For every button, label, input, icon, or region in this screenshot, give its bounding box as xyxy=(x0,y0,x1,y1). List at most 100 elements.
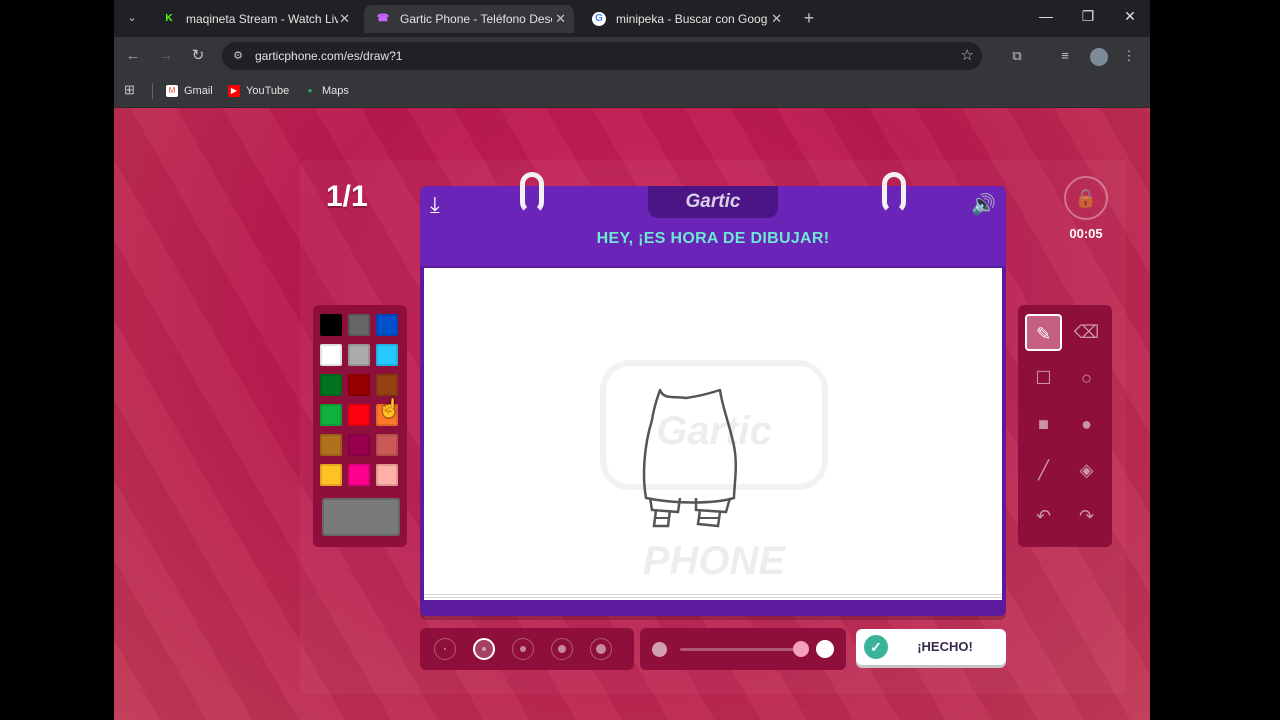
tab-title: minipeka - Buscar con Google xyxy=(616,12,768,26)
hand-cursor-icon: ☝ xyxy=(378,398,401,418)
brush-size-option[interactable] xyxy=(434,638,456,660)
bookmark-label: YouTube xyxy=(246,85,290,97)
profile-avatar[interactable] xyxy=(1090,48,1108,66)
color-palette xyxy=(313,305,407,547)
opacity-slider[interactable] xyxy=(640,628,846,670)
bookmark-youtube[interactable]: ▶ YouTube xyxy=(228,83,289,99)
tool-panel: ✎ ⌫ ☐ ○ ■ ● ╱ ◈ ↶ ↷ xyxy=(1018,305,1112,547)
tab-strip: ⌄ K maqineta Stream - Watch Live c ✕ ☎ G… xyxy=(114,0,1150,37)
color-swatch[interactable] xyxy=(320,314,342,336)
color-swatch[interactable] xyxy=(320,344,342,366)
undo-tool-icon[interactable]: ↶ xyxy=(1025,498,1062,535)
done-button[interactable]: ✓ ¡HECHO! xyxy=(856,629,1006,665)
color-swatch[interactable] xyxy=(348,464,370,486)
close-tab-icon[interactable]: ✕ xyxy=(339,5,350,33)
color-swatch[interactable] xyxy=(320,464,342,486)
minimize-icon[interactable]: — xyxy=(1036,8,1056,24)
bookmark-separator xyxy=(152,83,153,99)
youtube-icon: ▶ xyxy=(228,85,240,97)
gartic-icon: ☎ xyxy=(376,13,390,24)
google-icon: G xyxy=(592,12,606,26)
brush-size-option[interactable] xyxy=(551,638,573,660)
download-icon[interactable]: ⤓ xyxy=(430,192,440,218)
gartic-page: 1/1 🔒 00:05 ⤓ Gartic 🔊 HEY, ¡ES HORA DE … xyxy=(114,108,1150,720)
close-tab-icon[interactable]: ✕ xyxy=(555,5,566,33)
brush-size-option[interactable] xyxy=(473,638,495,660)
extensions-icon[interactable]: ⧉ xyxy=(1008,47,1026,65)
notebook-ring xyxy=(520,172,544,214)
line-tool-icon[interactable]: ╱ xyxy=(1025,452,1062,489)
color-swatch[interactable] xyxy=(320,434,342,456)
notebook-pages xyxy=(424,594,1002,600)
opacity-slider-knob[interactable] xyxy=(793,641,809,657)
redo-tool-icon[interactable]: ↷ xyxy=(1068,498,1105,535)
color-swatch[interactable] xyxy=(376,314,398,336)
drawing-canvas[interactable]: Gartic PHONE xyxy=(424,268,1002,600)
address-bar[interactable]: ⚙ garticphone.com/es/draw?1 ☆ xyxy=(222,42,982,70)
opacity-high-icon xyxy=(816,640,834,658)
color-swatch[interactable] xyxy=(376,374,398,396)
color-swatch[interactable] xyxy=(348,434,370,456)
timer: 00:05 xyxy=(1069,226,1103,241)
brush-size-option[interactable] xyxy=(512,638,534,660)
tab-search-icon[interactable]: ⌄ xyxy=(122,8,142,28)
bookmark-label: Maps xyxy=(322,85,349,97)
menu-icon[interactable]: ⋮ xyxy=(1120,47,1138,65)
forward-button[interactable]: → xyxy=(156,46,176,66)
color-swatch[interactable] xyxy=(348,404,370,426)
restore-icon[interactable]: ❐ xyxy=(1078,8,1098,25)
pencil-tool-icon[interactable]: ✎ xyxy=(1025,314,1062,351)
url-text[interactable]: garticphone.com/es/draw?1 xyxy=(255,42,402,70)
draw-instruction: HEY, ¡ES HORA DE DIBUJAR! xyxy=(596,230,830,247)
bookmark-star-icon[interactable]: ☆ xyxy=(961,46,974,64)
opacity-track[interactable] xyxy=(680,648,800,651)
filled-ellipse-tool-icon[interactable]: ● xyxy=(1068,406,1105,443)
tab-gartic[interactable]: ☎ Gartic Phone - Teléfono Descon ✕ xyxy=(364,5,574,33)
color-swatch[interactable] xyxy=(348,344,370,366)
filled-rectangle-tool-icon[interactable]: ■ xyxy=(1025,406,1062,443)
color-swatch[interactable] xyxy=(320,404,342,426)
tab-google[interactable]: G minipeka - Buscar con Google ✕ xyxy=(580,5,790,33)
color-swatch[interactable] xyxy=(348,314,370,336)
bookmark-maps[interactable]: ● Maps xyxy=(304,83,349,99)
lock-icon: 🔒 xyxy=(1064,176,1108,220)
close-tab-icon[interactable]: ✕ xyxy=(771,5,782,33)
new-tab-button[interactable]: + xyxy=(798,7,820,29)
close-window-icon[interactable]: ✕ xyxy=(1120,8,1140,25)
reload-button[interactable]: ↻ xyxy=(188,46,208,66)
notebook-header: ⤓ Gartic 🔊 HEY, ¡ES HORA DE DIBUJAR! xyxy=(420,186,1006,266)
rectangle-tool-icon[interactable]: ☐ xyxy=(1025,360,1062,397)
tab-title: maqineta Stream - Watch Live c xyxy=(186,12,338,26)
tab-kick[interactable]: K maqineta Stream - Watch Live c ✕ xyxy=(150,5,358,33)
ellipse-tool-icon[interactable]: ○ xyxy=(1068,360,1105,397)
notebook-ring xyxy=(882,172,906,214)
back-button[interactable]: ← xyxy=(123,46,143,66)
done-button-label: ¡HECHO! xyxy=(917,639,973,654)
color-swatch[interactable] xyxy=(320,374,342,396)
media-control-icon[interactable]: ≡ xyxy=(1056,47,1074,65)
drawing-notebook: ⤓ Gartic 🔊 HEY, ¡ES HORA DE DIBUJAR! Gar… xyxy=(420,172,1006,616)
color-swatch[interactable] xyxy=(376,464,398,486)
brush-size-option[interactable] xyxy=(590,638,612,660)
round-counter: 1/1 xyxy=(326,180,368,213)
color-swatch[interactable] xyxy=(376,434,398,456)
apps-grid-icon[interactable]: ⊞ xyxy=(124,83,138,97)
eraser-tool-icon[interactable]: ⌫ xyxy=(1068,314,1105,351)
kick-icon: K xyxy=(165,13,173,24)
maps-icon: ● xyxy=(307,86,313,95)
gmail-icon: M xyxy=(166,85,178,97)
current-color xyxy=(322,498,400,536)
browser-window: ⌄ K maqineta Stream - Watch Live c ✕ ☎ G… xyxy=(114,0,1150,720)
site-info-icon[interactable]: ⚙ xyxy=(230,48,246,64)
bookmark-gmail[interactable]: M Gmail xyxy=(166,83,213,99)
tab-title: Gartic Phone - Teléfono Descon xyxy=(400,12,552,26)
brush-size-selector xyxy=(420,628,634,670)
fill-bucket-tool-icon[interactable]: ◈ xyxy=(1068,452,1105,489)
sound-icon[interactable]: 🔊 xyxy=(971,192,996,217)
browser-toolbar: ← → ↻ ⚙ garticphone.com/es/draw?1 ☆ ⧉ ≡ … xyxy=(114,37,1150,75)
color-swatch[interactable] xyxy=(348,374,370,396)
color-swatch[interactable] xyxy=(376,344,398,366)
user-drawing xyxy=(642,388,738,528)
gartic-logo: Gartic xyxy=(648,186,778,218)
checkmark-icon: ✓ xyxy=(864,635,888,659)
